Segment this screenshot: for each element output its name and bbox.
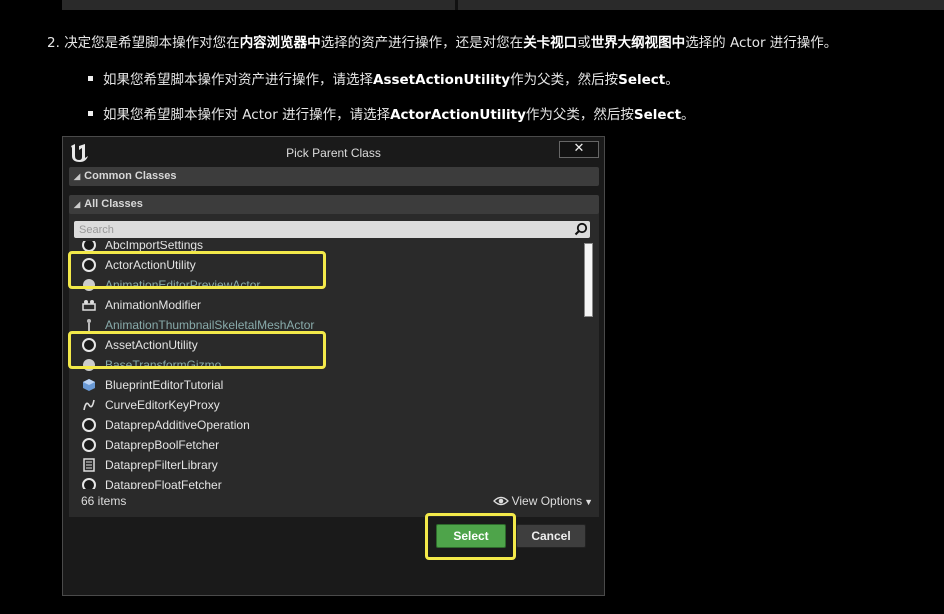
common-classes-header[interactable]: ◢ Common Classes (69, 167, 599, 186)
step-text: 选择的资产进行操作，还是对您在 (320, 35, 524, 51)
circle-icon (82, 478, 96, 489)
step-bold: 世界大纲视图中 (590, 35, 686, 51)
scrollbar-thumb[interactable] (584, 243, 593, 317)
bullet-text: 。 (665, 72, 679, 88)
chevron-down-icon: ▼ (584, 497, 593, 507)
class-row-label: BlueprintEditorTutorial (105, 378, 224, 392)
close-button[interactable]: ✕ (559, 141, 599, 158)
eye-icon (492, 496, 509, 505)
step-number: 2. (47, 35, 60, 51)
step-2-text: 2. 决定您是希望脚本操作对您在内容浏览器中选择的资产进行操作，还是对您在关卡视… (47, 31, 837, 51)
common-classes-label: Common Classes (84, 170, 177, 182)
class-row-animation-modifier[interactable]: AnimationModifier (77, 295, 557, 315)
circle-icon (82, 418, 96, 432)
class-row-label: CurveEditorKeyProxy (105, 398, 220, 412)
bullet-text: 作为父类，然后按 (510, 72, 619, 88)
step-bold: 关卡视口 (523, 35, 578, 51)
circle-icon (82, 438, 96, 452)
bullet-bold: AssetActionUtility (373, 72, 511, 88)
collapse-triangle-icon: ◢ (74, 200, 81, 209)
bullet-text: 。 (681, 107, 695, 123)
bullet-dot (88, 75, 93, 81)
bullet-text: 如果您希望脚本操作对 Actor 进行操作，请选择 (103, 107, 391, 123)
class-row-label: AnimationModifier (105, 298, 202, 312)
view-options-label: View Options (511, 494, 583, 508)
bullet-bold: Select (618, 72, 666, 88)
step-bold: 内容浏览器中 (239, 35, 321, 51)
bullet-bold: ActorActionUtility (390, 107, 526, 123)
dialog-titlebar[interactable]: Pick Parent Class ✕ (63, 137, 604, 167)
top-bar-divider (455, 0, 458, 10)
class-row-dataprep-additive-operation[interactable]: DataprepAdditiveOperation (77, 415, 557, 435)
bullet-dot (88, 110, 93, 116)
class-list-footer: 66 items View Options ▼ (69, 489, 599, 515)
class-row-label: DataprepFloatFetcher (105, 478, 222, 489)
bullet-text: 作为父类，然后按 (525, 107, 634, 123)
dialog-title: Pick Parent Class (286, 146, 381, 160)
cube-icon (83, 379, 95, 391)
items-count: 66 items (81, 494, 127, 508)
bullet-text: 如果您希望脚本操作对资产进行操作，请选择 (103, 72, 373, 88)
class-row-dataprep-bool-fetcher[interactable]: DataprepBoolFetcher (77, 435, 557, 455)
top-bar (62, 0, 944, 10)
bullet-bold: Select (633, 107, 682, 123)
step-text: 选择的 Actor 进行操作。 (685, 35, 838, 51)
class-row-blueprint-editor-tutorial[interactable]: BlueprintEditorTutorial (77, 375, 557, 395)
search-icon[interactable] (574, 222, 588, 236)
step-text: 或 (577, 35, 591, 51)
class-row-label: DataprepBoolFetcher (105, 438, 220, 452)
library-icon (83, 458, 95, 472)
class-row-label: DataprepFilterLibrary (105, 458, 218, 472)
cancel-button[interactable]: Cancel (516, 524, 586, 548)
step-text: 决定您是希望脚本操作对您在 (64, 35, 240, 51)
highlight-asset-action-utility (68, 331, 326, 369)
curve-icon (83, 399, 95, 411)
modifier-icon (82, 300, 96, 311)
all-classes-header[interactable]: ◢ All Classes (69, 195, 599, 214)
skeletal-mesh-icon (87, 319, 91, 331)
bullet-item-actor: 如果您希望脚本操作对 Actor 进行操作，请选择ActorActionUtil… (88, 103, 695, 123)
class-row-curve-editor-key-proxy[interactable]: CurveEditorKeyProxy (77, 395, 557, 415)
highlight-actor-action-utility (68, 251, 326, 289)
bullet-item-asset: 如果您希望脚本操作对资产进行操作，请选择AssetActionUtility作为… (88, 68, 679, 88)
class-row-dataprep-float-fetcher[interactable]: DataprepFloatFetcher (77, 475, 557, 489)
highlight-select-button (425, 513, 516, 560)
collapse-triangle-icon: ◢ (74, 172, 81, 181)
class-row-label: DataprepAdditiveOperation (105, 418, 250, 432)
class-list-scrollbar[interactable] (584, 241, 593, 517)
search-bar (74, 221, 590, 238)
search-input[interactable] (74, 221, 569, 238)
view-options-button[interactable]: View Options ▼ (492, 494, 593, 508)
all-classes-label: All Classes (84, 198, 143, 210)
class-row-dataprep-filter-library[interactable]: DataprepFilterLibrary (77, 455, 557, 475)
